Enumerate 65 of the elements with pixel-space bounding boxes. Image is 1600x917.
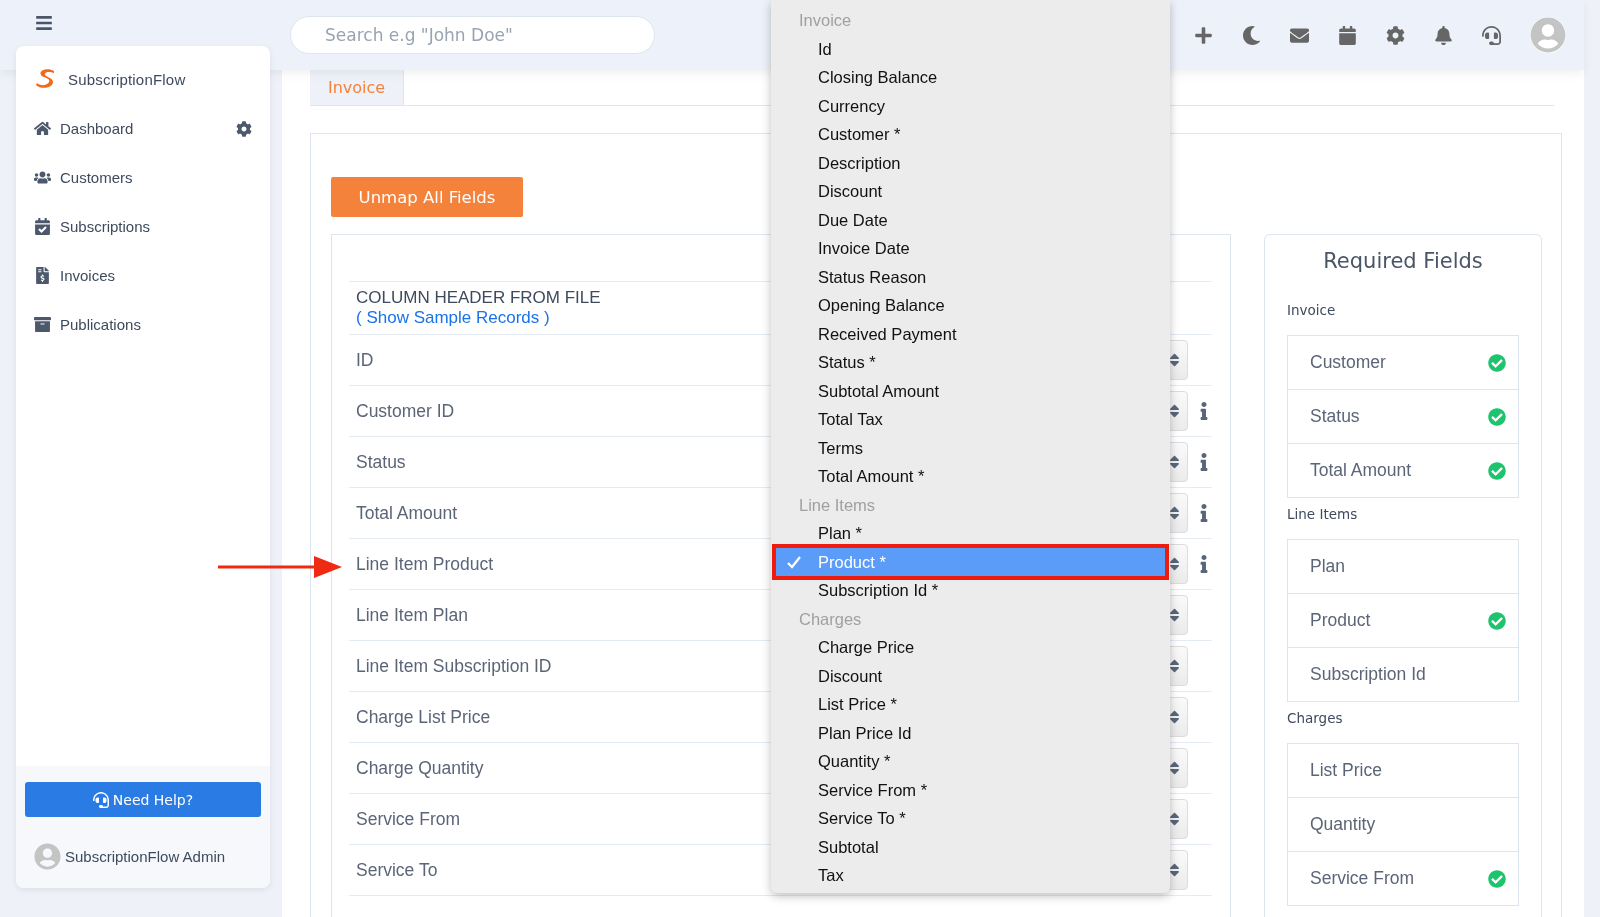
required-field-label: Product bbox=[1310, 610, 1372, 631]
field-label: Line Item Plan bbox=[356, 604, 468, 626]
dropdown-option[interactable]: Subtotal Amount bbox=[776, 376, 1165, 405]
field-label: Line Item Subscription ID bbox=[356, 655, 552, 677]
dropdown-option[interactable]: Received Payment bbox=[776, 319, 1165, 348]
help-button[interactable]: Need Help? bbox=[25, 782, 261, 817]
sidebar-item[interactable]: Invoices bbox=[16, 251, 270, 300]
group-label: Charges bbox=[798, 608, 863, 630]
sample-records-link[interactable]: ( Show Sample Records ) bbox=[356, 308, 550, 327]
dropdown-option[interactable]: Customer * bbox=[776, 120, 1165, 149]
field-label: Charge List Price bbox=[356, 706, 491, 728]
search-field[interactable]: Search e.g "John Doe" bbox=[290, 16, 655, 54]
sidebar-item[interactable]: Publications bbox=[16, 300, 270, 349]
dropdown-option[interactable]: Status * bbox=[776, 348, 1165, 377]
required-field-label: Quantity bbox=[1310, 814, 1377, 835]
group-label: Invoice bbox=[798, 10, 853, 31]
field-label: Total Amount bbox=[356, 502, 458, 524]
dropdown-option[interactable]: Charge Price bbox=[776, 633, 1165, 662]
dropdown-option[interactable]: Due Date bbox=[776, 205, 1165, 234]
required-field-label: Service From bbox=[1310, 868, 1416, 889]
required-field-label: Plan bbox=[1310, 556, 1347, 577]
dropdown-option[interactable]: Quantity * bbox=[776, 747, 1165, 776]
field-label: Line Item Product bbox=[356, 553, 494, 575]
dropdown-option[interactable]: List Price * bbox=[776, 690, 1165, 719]
required-field-label: Status bbox=[1310, 406, 1361, 427]
dropdown-option[interactable]: Tax bbox=[776, 861, 1165, 890]
dropdown-option[interactable]: Subscription Id * bbox=[776, 576, 1165, 605]
brand-name: SubscriptionFlow bbox=[68, 70, 186, 88]
dropdown-option[interactable]: Invoice Date bbox=[776, 234, 1165, 263]
sidebar-item[interactable]: Customers bbox=[16, 153, 270, 202]
field-label: Status bbox=[356, 451, 406, 473]
dropdown-option[interactable]: Total Tax bbox=[776, 405, 1165, 434]
required-field-label: Customer bbox=[1310, 352, 1387, 373]
dropdown-option[interactable]: Discount bbox=[776, 661, 1165, 690]
column-header: COLUMN HEADER FROM FILE ( Show Sample Records ) bbox=[356, 288, 602, 328]
dropdown-option[interactable]: Service From * bbox=[776, 775, 1165, 804]
dropdown-option[interactable]: Discount bbox=[776, 177, 1165, 206]
required-field-label: Subscription Id bbox=[1310, 664, 1427, 685]
sidebar-item[interactable]: Dashboard bbox=[16, 104, 270, 153]
field-label: Customer ID bbox=[356, 400, 455, 422]
dropdown-option[interactable]: Status Reason bbox=[776, 262, 1165, 291]
dropdown-option[interactable]: Total Amount * bbox=[776, 462, 1165, 491]
section-label: Charges bbox=[1287, 710, 1344, 726]
field-label: Service To bbox=[356, 859, 438, 881]
dropdown-option[interactable]: Terms bbox=[776, 433, 1165, 462]
dropdown-option[interactable]: Service To * bbox=[776, 804, 1165, 833]
dropdown-option[interactable]: Closing Balance bbox=[776, 63, 1165, 92]
dropdown-option[interactable]: Opening Balance bbox=[776, 291, 1165, 320]
required-field-label: Total Amount bbox=[1310, 460, 1413, 481]
section-label: Invoice bbox=[1287, 302, 1337, 318]
field-label: Charge Quantity bbox=[356, 757, 484, 779]
user-name: SubscriptionFlow Admin bbox=[65, 848, 226, 865]
dropdown-option[interactable]: Id bbox=[776, 34, 1165, 63]
required-field-label: List Price bbox=[1310, 760, 1383, 781]
section-label: Line Items bbox=[1287, 506, 1359, 522]
sidebar-item[interactable]: Subscriptions bbox=[16, 202, 270, 251]
dropdown-option[interactable]: Currency bbox=[776, 91, 1165, 120]
dropdown-option[interactable]: Subtotal bbox=[776, 832, 1165, 861]
dropdown-option[interactable]: Description bbox=[776, 148, 1165, 177]
dropdown-option[interactable]: Plan Price Id bbox=[776, 718, 1165, 747]
field-label: ID bbox=[356, 349, 374, 371]
dropdown-option[interactable]: Plan * bbox=[776, 519, 1165, 548]
card-title: Required Fields bbox=[1322, 249, 1484, 273]
field-label: Service From bbox=[356, 808, 461, 830]
group-label: Line Items bbox=[798, 494, 877, 516]
